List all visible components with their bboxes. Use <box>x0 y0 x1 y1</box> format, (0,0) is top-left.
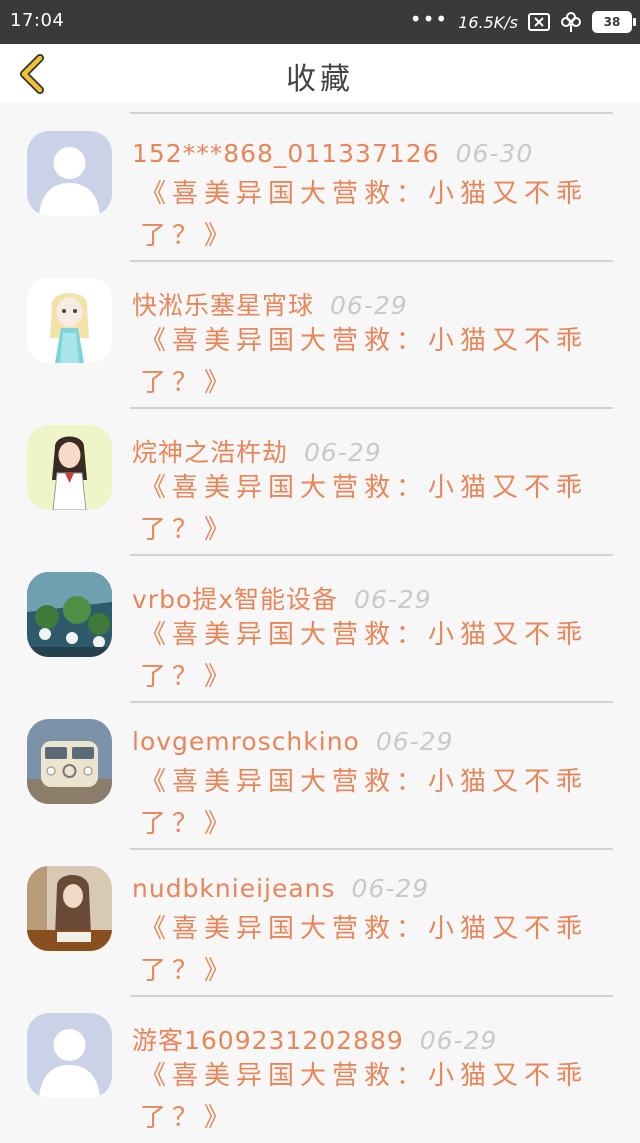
item-date: 06-30 <box>455 139 534 168</box>
item-title-row: vrbo提x智能设备 06-29 <box>132 580 432 616</box>
list-item[interactable]: 烷神之浩杵劫 06-29 《喜美异国大营救：小猫又不乖了？》 <box>0 408 640 555</box>
avatar-default[interactable] <box>27 131 112 216</box>
network-speed: 16.5K/s <box>458 12 518 32</box>
list-item[interactable]: nudbknieijeans 06-29 《喜美异国大营救：小猫又不乖了？》 <box>0 849 640 996</box>
avatar-princess[interactable] <box>27 278 112 363</box>
user-name: lovgemroschkino <box>132 727 360 756</box>
user-name: 152***868_011337126 <box>132 139 440 168</box>
item-title-row: nudbknieijeans 06-29 <box>132 874 429 903</box>
user-name: 快淞乐塞星宵球 <box>132 291 315 320</box>
close-box-icon <box>528 13 550 31</box>
user-name: nudbknieijeans <box>132 874 336 903</box>
avatar-photo[interactable] <box>27 866 112 951</box>
clover-icon <box>561 12 581 32</box>
item-content: 《喜美异国大营救：小猫又不乖了？》 <box>140 473 589 545</box>
avatar-van[interactable] <box>27 719 112 804</box>
avatar-plants[interactable] <box>27 572 112 657</box>
item-content: 《喜美异国大营救：小猫又不乖了？》 <box>140 767 589 839</box>
list-item[interactable]: 游客1609231202889 06-29 《喜美异国大营救：小猫又不乖了？》 <box>0 996 640 1143</box>
item-content: 《喜美异国大营救：小猫又不乖了？》 <box>140 326 589 398</box>
item-date: 06-29 <box>419 1026 498 1055</box>
list-item[interactable]: lovgemroschkino 06-29 《喜美异国大营救：小猫又不乖了？》 <box>0 702 640 849</box>
list-item[interactable]: vrbo提x智能设备 06-29 《喜美异国大营救：小猫又不乖了？》 <box>0 555 640 702</box>
item-title-row: 152***868_011337126 06-30 <box>132 139 533 168</box>
user-name: 烷神之浩杵劫 <box>132 438 289 467</box>
page-title: 收藏 <box>286 62 354 97</box>
avatar-girl[interactable] <box>27 425 112 510</box>
user-name: vrbo提x智能设备 <box>132 585 339 614</box>
battery-icon: 38 <box>592 11 636 33</box>
item-content: 《喜美异国大营救：小猫又不乖了？》 <box>140 1061 589 1133</box>
list-item[interactable]: 152***868_011337126 06-30 《喜美异国大营救：小猫又不乖了… <box>0 114 640 261</box>
signal-dots: ••• <box>409 7 449 31</box>
battery-level: 38 <box>603 15 621 29</box>
item-date: 06-29 <box>351 874 430 903</box>
status-time: 17:04 <box>10 10 65 31</box>
avatar-default[interactable] <box>27 1013 112 1098</box>
item-content: 《喜美异国大营救：小猫又不乖了？》 <box>140 620 589 692</box>
item-title-row: 烷神之浩杵劫 06-29 <box>132 433 382 469</box>
item-date: 06-29 <box>330 291 408 320</box>
item-date: 06-29 <box>304 438 382 467</box>
status-bar: 17:04 ••• 16.5K/s 38 <box>0 0 640 44</box>
item-content: 《喜美异国大营救：小猫又不乖了？》 <box>140 179 589 251</box>
item-date: 06-29 <box>375 727 454 756</box>
status-icons: ••• 16.5K/s 38 <box>409 7 636 36</box>
user-name: 游客1609231202889 <box>132 1026 404 1055</box>
nav-bar: 收藏 <box>0 44 640 102</box>
list-item[interactable]: 快淞乐塞星宵球 06-29 《喜美异国大营救：小猫又不乖了？》 <box>0 261 640 408</box>
item-date: 06-29 <box>354 585 432 614</box>
item-title-row: 快淞乐塞星宵球 06-29 <box>132 286 408 322</box>
item-title-row: lovgemroschkino 06-29 <box>132 727 454 756</box>
item-title-row: 游客1609231202889 06-29 <box>132 1021 497 1057</box>
item-content: 《喜美异国大营救：小猫又不乖了？》 <box>140 914 589 986</box>
